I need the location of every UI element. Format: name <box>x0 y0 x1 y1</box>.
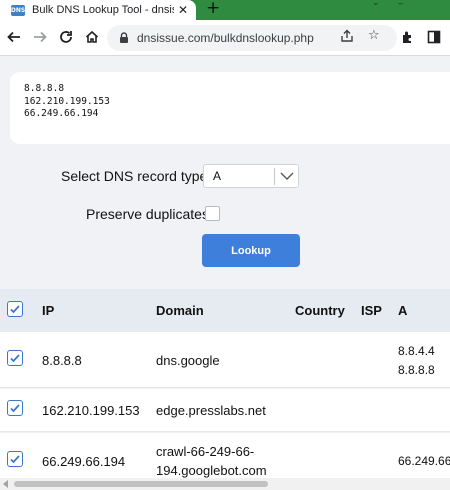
dns-favicon-icon: DNS <box>10 4 26 16</box>
row-checkbox[interactable] <box>7 400 23 416</box>
tab-title: Bulk DNS Lookup Tool - dnsissue <box>32 4 174 16</box>
cell-domain: edge.presslabs.net <box>156 403 266 418</box>
chevron-down-icon <box>280 172 294 180</box>
lock-icon <box>120 32 128 43</box>
header-isp[interactable]: ISP <box>361 303 382 318</box>
cell-domain: dns.google <box>156 353 220 368</box>
header-domain[interactable]: Domain <box>156 303 204 318</box>
close-tab-icon[interactable]: ✕ <box>178 3 188 17</box>
browser-toolbar: dnsissue.com/bulkdnslookup.php ☆ <box>0 20 450 56</box>
preserve-duplicates-label: Preserve duplicates <box>86 206 209 222</box>
header-a[interactable]: A <box>398 303 407 318</box>
preserve-duplicates-checkbox[interactable] <box>205 206 220 221</box>
record-type-select[interactable]: A <box>203 164 299 188</box>
header-country[interactable]: Country <box>295 303 345 318</box>
table-row: 66.249.66.194 crawl-66-249-66- 194.googl… <box>0 433 450 483</box>
address-bar[interactable]: dnsissue.com/bulkdnslookup.php ☆ <box>107 25 397 51</box>
cell-a: 66.249.66 <box>398 454 450 468</box>
star-icon[interactable]: ☆ <box>368 28 380 43</box>
browser-tab[interactable]: DNS Bulk DNS Lookup Tool - dnsissue ✕ <box>0 0 196 20</box>
cell-domain: crawl-66-249-66- <box>156 444 255 459</box>
scroll-left-arrow-icon[interactable] <box>3 480 8 488</box>
cell-ip: 66.249.66.194 <box>42 454 126 469</box>
table-header: IP Domain Country ISP A <box>0 289 450 332</box>
row-checkbox[interactable] <box>7 451 23 467</box>
scrollbar-thumb[interactable] <box>14 481 268 487</box>
table-row: 162.210.199.153 edge.presslabs.net <box>0 389 450 432</box>
tab-strip: DNS Bulk DNS Lookup Tool - dnsissue ✕ + … <box>0 0 450 20</box>
url-text: dnsissue.com/bulkdnslookup.php <box>137 31 314 45</box>
cell-domain: 194.googlebot.com <box>156 463 267 478</box>
record-type-value: A <box>213 169 222 183</box>
cell-ip: 8.8.8.8 <box>42 353 82 368</box>
extensions-icon[interactable] <box>397 26 419 48</box>
reload-icon[interactable] <box>55 26 77 48</box>
new-tab-icon[interactable]: + <box>206 0 220 18</box>
select-all-checkbox[interactable] <box>7 301 23 317</box>
home-icon[interactable] <box>81 26 103 48</box>
row-checkbox[interactable] <box>7 350 23 366</box>
tab-search-icon[interactable]: ⌄ <box>372 0 380 8</box>
lookup-button[interactable]: Lookup <box>202 234 300 267</box>
select-divider <box>274 168 275 185</box>
minimize-icon[interactable]: – <box>398 0 403 8</box>
cell-a: 8.8.8.8 <box>398 363 435 377</box>
header-ip[interactable]: IP <box>42 303 54 318</box>
table-row: 8.8.8.8 dns.google 8.8.4.4 8.8.8.8 <box>0 332 450 388</box>
sidebar-icon[interactable] <box>423 26 445 48</box>
record-type-label: Select DNS record type <box>61 168 208 184</box>
ip-input-textarea[interactable]: 8.8.8.8 162.210.199.153 66.249.66.194 <box>10 72 450 144</box>
cell-ip: 162.210.199.153 <box>42 403 140 418</box>
cell-a: 8.8.4.4 <box>398 344 435 358</box>
page-content: 8.8.8.8 162.210.199.153 66.249.66.194 Se… <box>0 57 450 490</box>
back-icon[interactable] <box>3 26 25 48</box>
forward-icon[interactable] <box>29 26 51 48</box>
share-icon[interactable] <box>340 29 354 47</box>
horizontal-scrollbar[interactable] <box>0 478 450 490</box>
